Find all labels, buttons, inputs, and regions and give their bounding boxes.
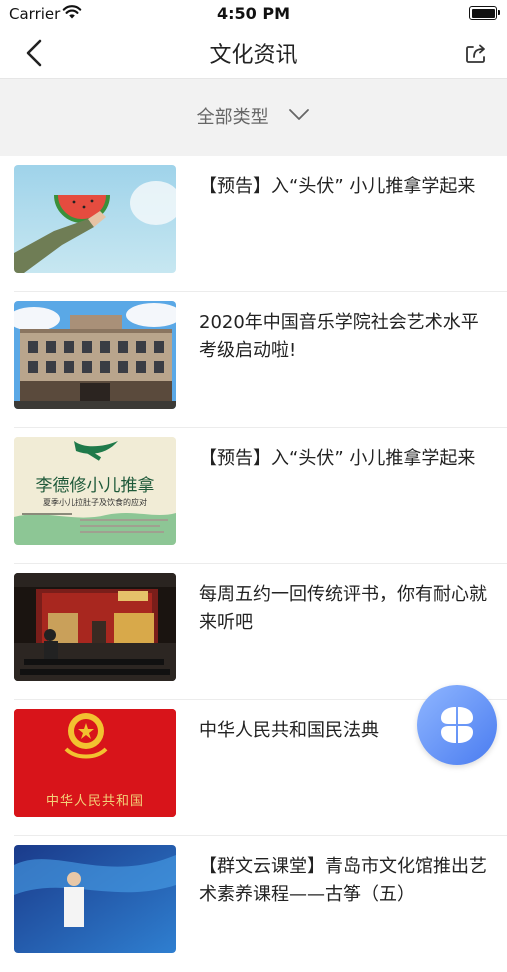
news-thumbnail: 中华人民共和国 bbox=[14, 709, 176, 817]
news-item[interactable]: 每周五约一回传统评书，你有耐心就来听吧 bbox=[0, 564, 507, 700]
news-thumbnail: 李德修小儿推拿 夏季小儿拉肚子及饮食的应对 bbox=[14, 437, 176, 545]
poster-heading: 李德修小儿推拿 bbox=[35, 476, 155, 496]
news-title: 【群文云课堂】青岛市文化馆推出艺术素养课程——古筝（五） bbox=[199, 856, 487, 905]
share-icon bbox=[466, 44, 485, 63]
news-title: 【预告】入“头伏” 小儿推拿学起来 bbox=[199, 448, 476, 469]
status-time: 4:50 PM bbox=[216, 4, 290, 23]
news-thumbnail bbox=[14, 301, 176, 409]
news-title: 2020年中国音乐学院社会艺术水平考级启动啦! bbox=[199, 312, 479, 361]
share-button[interactable] bbox=[463, 40, 489, 66]
navigation-bar: 文化资讯 bbox=[0, 28, 507, 79]
news-thumbnail bbox=[14, 573, 176, 681]
news-item[interactable]: 【预告】入“头伏” 小儿推拿学起来 bbox=[0, 156, 507, 292]
floating-menu-button[interactable] bbox=[417, 685, 497, 765]
news-item[interactable]: 2020年中国音乐学院社会艺术水平考级启动啦! bbox=[0, 292, 507, 428]
filter-bar: 全部类型 bbox=[0, 79, 507, 156]
battery-icon bbox=[469, 6, 500, 20]
news-title: 【预告】入“头伏” 小儿推拿学起来 bbox=[199, 176, 476, 197]
news-title: 每周五约一回传统评书，你有耐心就来听吧 bbox=[199, 584, 487, 633]
page-title: 文化资讯 bbox=[209, 43, 298, 68]
news-thumbnail bbox=[14, 165, 176, 273]
news-item[interactable]: 【群文云课堂】青岛市文化馆推出艺术素养课程——古筝（五） bbox=[0, 836, 507, 972]
grid-menu-icon bbox=[441, 707, 473, 743]
cover-heading: 中华人民共和国 bbox=[45, 794, 144, 809]
category-filter-label: 全部类型 bbox=[196, 107, 269, 128]
news-item[interactable]: 李德修小儿推拿 夏季小儿拉肚子及饮食的应对 【预告】入“头伏” 小儿推拿学起来 bbox=[0, 428, 507, 564]
status-bar: Carrier 4:50 PM bbox=[0, 0, 507, 28]
news-thumbnail bbox=[14, 845, 176, 953]
chevron-down-icon bbox=[289, 109, 310, 120]
poster-subtitle: 夏季小儿拉肚子及饮食的应对 bbox=[43, 498, 147, 507]
category-filter-dropdown[interactable]: 全部类型 bbox=[0, 103, 507, 129]
